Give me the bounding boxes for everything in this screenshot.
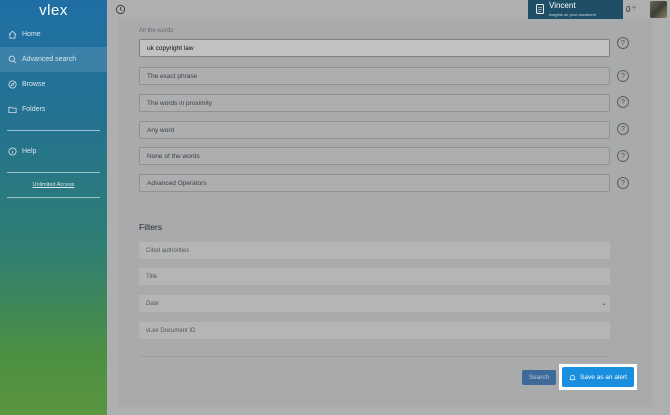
none-words-input[interactable]: None of the words bbox=[139, 147, 610, 165]
save-alert-label: Save as an alert bbox=[580, 373, 627, 381]
title-input[interactable]: Title bbox=[139, 268, 610, 285]
home-icon bbox=[7, 30, 17, 40]
cited-authorities-input[interactable]: Cited authorities bbox=[139, 242, 610, 259]
folder-icon bbox=[7, 105, 17, 115]
all-words-label: All the words bbox=[139, 28, 174, 34]
bell-icon bbox=[569, 374, 576, 380]
save-alert-button[interactable]: Save as an alert bbox=[562, 367, 634, 387]
proximity-input[interactable]: The words in proximity bbox=[139, 94, 610, 112]
sidebar-item-label: Home bbox=[22, 31, 41, 38]
sidebar-item-label: Folders bbox=[22, 106, 46, 113]
user-subtitle: Insights on your document bbox=[549, 12, 596, 17]
info-icon bbox=[7, 147, 17, 157]
chevron-down-icon: ⌄ bbox=[600, 301, 606, 307]
sidebar-item-label: Browse bbox=[22, 81, 46, 88]
help-icon[interactable]: ? bbox=[617, 96, 629, 108]
sidebar-item-folders[interactable]: Folders bbox=[0, 97, 107, 122]
help-icon[interactable]: ? bbox=[617, 70, 629, 82]
sidebar: vlex Home Advanced search Browse Folders… bbox=[0, 0, 107, 415]
search-icon bbox=[7, 55, 17, 65]
document-id-input[interactable]: vLex Document ID bbox=[139, 322, 610, 339]
sidebar-item-home[interactable]: Home bbox=[0, 22, 107, 47]
topbar: Vincent Insights on your document 0 ⑂ bbox=[107, 0, 670, 19]
help-icon[interactable]: ? bbox=[617, 150, 629, 162]
history-icon[interactable] bbox=[114, 3, 127, 16]
exact-phrase-input[interactable]: The exact phrase bbox=[139, 67, 610, 85]
help-icon[interactable]: ? bbox=[617, 37, 629, 49]
any-word-input[interactable]: Any word bbox=[139, 121, 610, 139]
save-alert-highlight: Save as an alert bbox=[559, 364, 637, 390]
user-card[interactable]: Vincent Insights on your document bbox=[528, 0, 623, 19]
sidebar-item-help[interactable]: Help bbox=[0, 139, 107, 164]
sidebar-item-label: Advanced search bbox=[22, 56, 77, 63]
sidebar-item-browse[interactable]: Browse bbox=[0, 72, 107, 97]
vlex-logo[interactable]: vlex bbox=[0, 0, 107, 20]
filters-heading: Filters bbox=[139, 222, 163, 232]
credit-counter: 0 bbox=[626, 5, 631, 14]
help-icon[interactable]: ? bbox=[617, 177, 629, 189]
divider bbox=[139, 356, 610, 357]
sidebar-item-label: Help bbox=[22, 148, 37, 155]
user-name: Vincent bbox=[549, 1, 576, 10]
compass-icon bbox=[7, 80, 17, 90]
date-select[interactable]: Date ⌄ bbox=[139, 295, 610, 312]
sidebar-divider bbox=[7, 197, 100, 198]
help-icon[interactable]: ? bbox=[617, 123, 629, 135]
avatar[interactable] bbox=[650, 1, 667, 18]
date-select-value: Date bbox=[146, 300, 159, 307]
search-button[interactable]: Search bbox=[522, 370, 556, 385]
all-words-input[interactable]: uk copyright law bbox=[139, 39, 610, 57]
branch-icon[interactable]: ⑂ bbox=[632, 5, 636, 12]
sidebar-item-advanced-search[interactable]: Advanced search bbox=[0, 47, 107, 72]
document-icon bbox=[536, 4, 544, 14]
advanced-operators-input[interactable]: Advanced Operators bbox=[139, 174, 610, 192]
